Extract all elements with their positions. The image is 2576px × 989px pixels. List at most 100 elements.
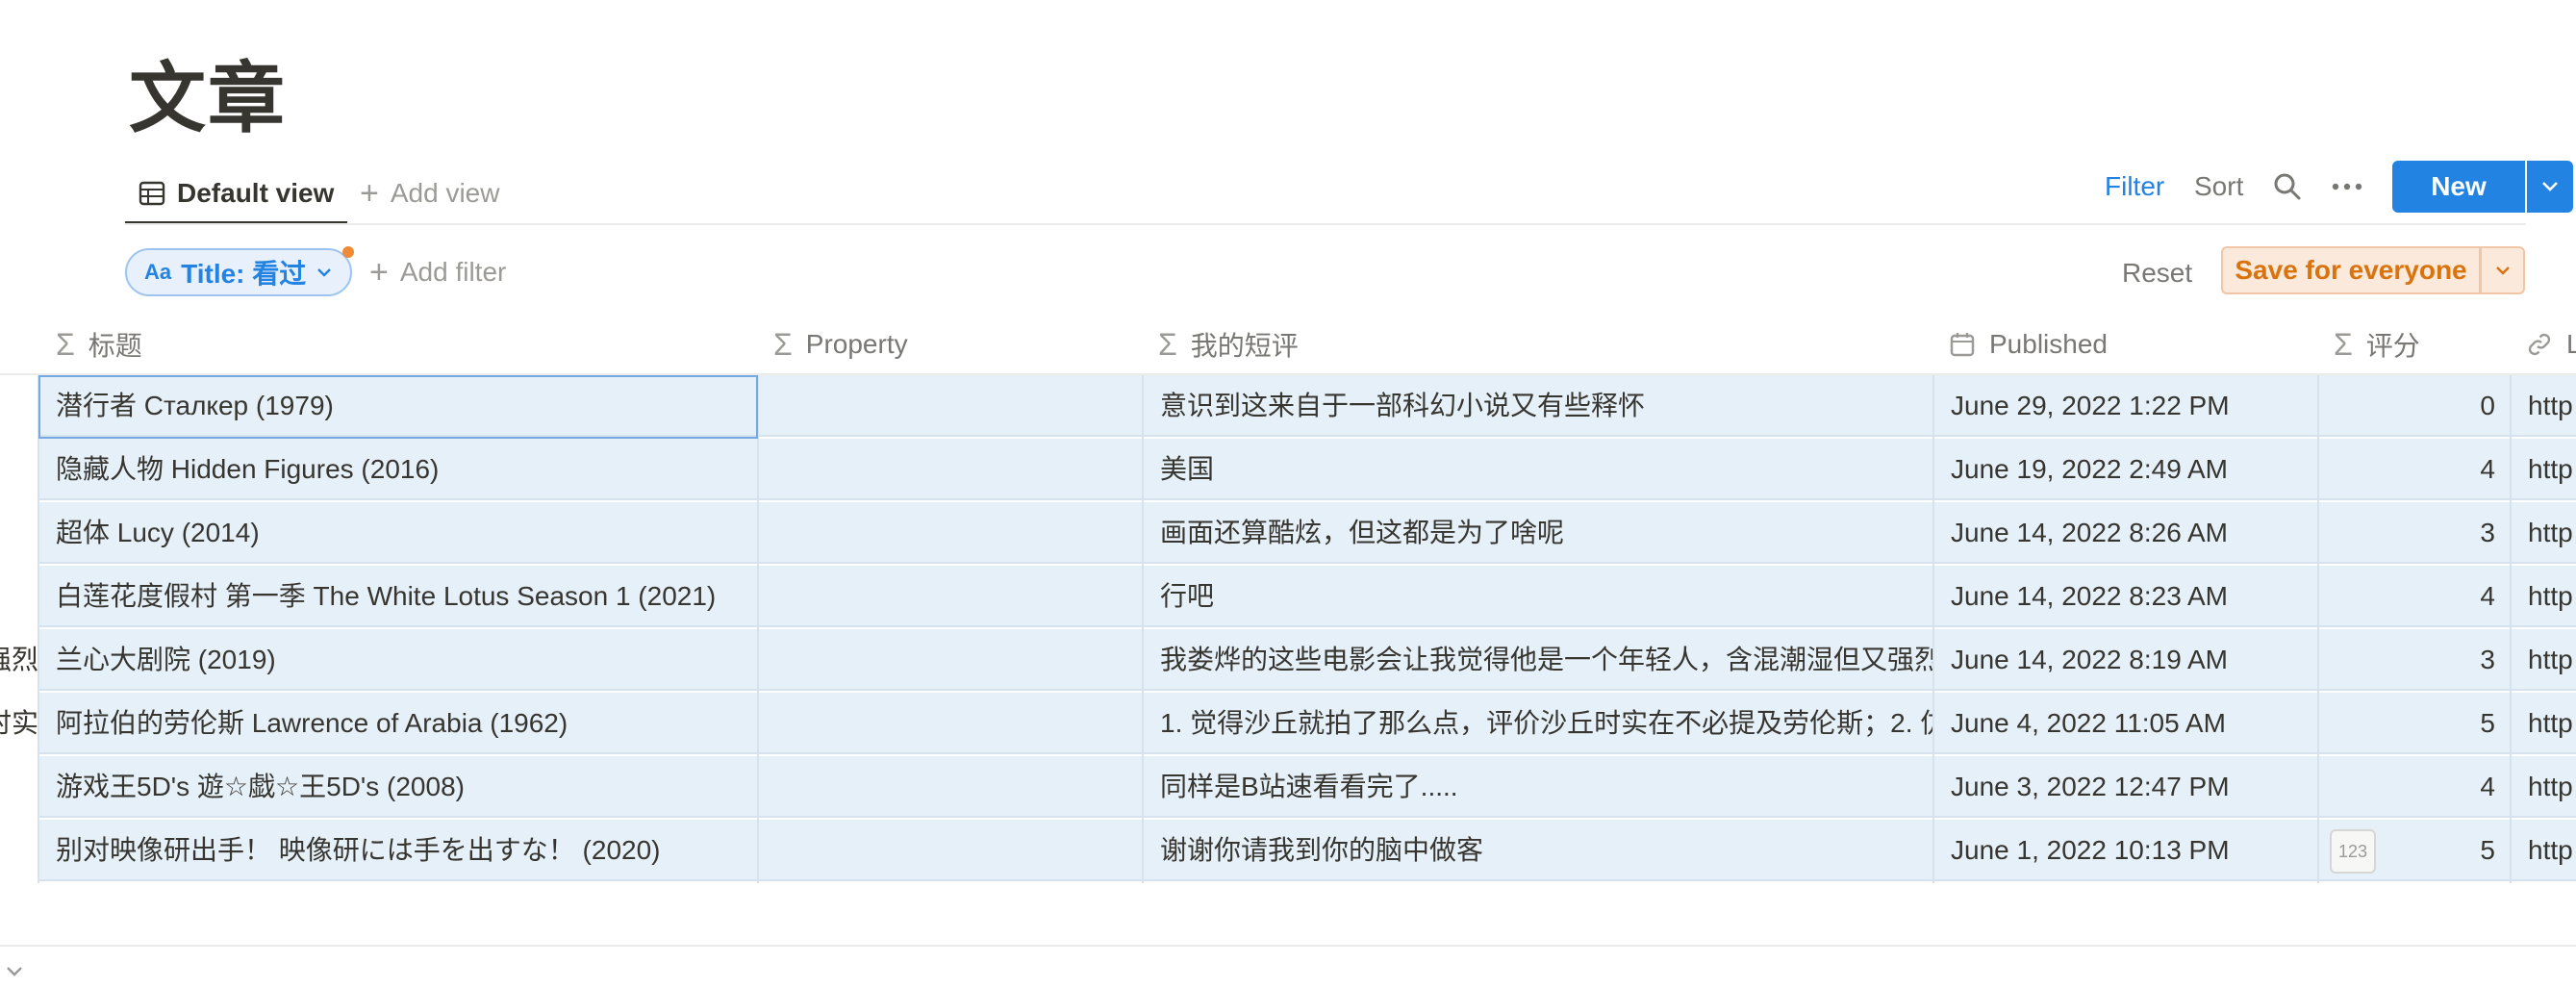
cell-title[interactable]: 隐藏人物 Hidden Figures (2016) <box>38 439 758 500</box>
new-button[interactable]: New <box>2392 161 2525 213</box>
cell-published[interactable]: June 4, 2022 11:05 AM <box>1933 693 2318 754</box>
overflow-text <box>0 756 38 818</box>
cell-link[interactable]: http <box>2511 375 2576 437</box>
cell-rating[interactable]: 3 <box>2318 502 2511 564</box>
cell-property[interactable] <box>758 566 1143 627</box>
cell-link[interactable]: http <box>2511 439 2576 500</box>
column-divider <box>1142 375 1144 883</box>
cell-rating[interactable]: 5 <box>2318 693 2511 754</box>
table-row[interactable]: 游戏王5D's 遊☆戯☆王5D's (2008) 同样是B站速看看完了.....… <box>0 756 2576 820</box>
column-header-rating[interactable]: Σ 评分 <box>2334 316 2420 373</box>
plus-icon: + <box>369 254 389 291</box>
text-type-icon: Aa <box>144 260 172 284</box>
cell-link[interactable]: http <box>2511 820 2576 881</box>
more-icon[interactable] <box>2328 169 2366 204</box>
cell-published[interactable]: June 3, 2022 12:47 PM <box>1933 756 2318 818</box>
cell-title[interactable]: 兰心大剧院 (2019) <box>38 629 758 691</box>
cell-review[interactable]: 行吧 <box>1143 566 1933 627</box>
table-row[interactable]: 强烈 兰心大剧院 (2019) 我娄烨的这些电影会让我觉得他是一个年轻人，含混潮… <box>0 629 2576 693</box>
cell-property[interactable] <box>758 629 1143 691</box>
table-row[interactable]: 超体 Lucy (2014) 画面还算酷炫，但这都是为了啥呢 June 14, … <box>0 502 2576 566</box>
link-icon <box>2528 333 2551 356</box>
cell-review[interactable]: 美国 <box>1143 439 1933 500</box>
cell-published[interactable]: June 19, 2022 2:49 AM <box>1933 439 2318 500</box>
table-row[interactable]: 白莲花度假村 第一季 The White Lotus Season 1 (202… <box>0 566 2576 629</box>
cell-published[interactable]: June 14, 2022 8:26 AM <box>1933 502 2318 564</box>
column-divider <box>2317 375 2319 883</box>
cell-rating[interactable]: 4 <box>2318 566 2511 627</box>
column-divider <box>2510 375 2512 883</box>
cell-property[interactable] <box>758 756 1143 818</box>
column-header-property[interactable]: Σ Property <box>773 316 908 373</box>
add-filter-button[interactable]: + Add filter <box>369 248 506 296</box>
cell-property[interactable] <box>758 820 1143 881</box>
overflow-text <box>0 502 38 564</box>
overflow-text <box>0 566 38 627</box>
cell-title[interactable]: 别对映像研出手！ 映像研には手を出すな！ (2020) <box>38 820 758 881</box>
cell-rating[interactable]: 3 <box>2318 629 2511 691</box>
chevron-down-icon[interactable] <box>4 964 25 979</box>
table-row[interactable]: 时实 阿拉伯的劳伦斯 Lawrence of Arabia (1962) 1. … <box>0 693 2576 756</box>
cell-property[interactable] <box>758 439 1143 500</box>
cell-published[interactable]: June 1, 2022 10:13 PM <box>1933 820 2318 881</box>
cell-link[interactable]: http <box>2511 693 2576 754</box>
formula-icon: Σ <box>1158 326 1177 362</box>
column-header-published[interactable]: Published <box>1949 316 2108 373</box>
cell-property[interactable] <box>758 693 1143 754</box>
search-icon[interactable] <box>2272 169 2303 204</box>
cell-title[interactable]: 阿拉伯的劳伦斯 Lawrence of Arabia (1962) <box>38 693 758 754</box>
unsaved-indicator-dot <box>342 246 355 258</box>
column-divider <box>757 375 759 883</box>
cell-title[interactable]: 潜行者 Сталкер (1979) <box>38 375 758 437</box>
cell-link[interactable]: http <box>2511 756 2576 818</box>
cell-link[interactable]: http <box>2511 502 2576 564</box>
cell-published[interactable]: June 29, 2022 1:22 PM <box>1933 375 2318 437</box>
chevron-down-icon <box>2542 182 2558 191</box>
column-header-review[interactable]: Σ 我的短评 <box>1158 316 1299 373</box>
column-header-label: 评分 <box>2365 331 2420 361</box>
column-header-link[interactable]: L <box>2526 316 2576 373</box>
number-format-badge[interactable]: 123 <box>2330 829 2376 874</box>
cell-review[interactable]: 意识到这来自于一部科幻小说又有些释怀 <box>1143 375 1933 437</box>
new-dropdown-button[interactable] <box>2527 161 2573 213</box>
add-view-label: Add view <box>390 178 500 208</box>
add-view-button[interactable]: + Add view <box>360 164 499 223</box>
cell-title[interactable]: 超体 Lucy (2014) <box>38 502 758 564</box>
cell-link[interactable]: http <box>2511 566 2576 627</box>
formula-icon: Σ <box>773 326 793 362</box>
cell-review[interactable]: 1. 觉得沙丘就拍了那么点，评价沙丘时实在不必提及劳伦斯；2. 仿 <box>1143 693 1933 754</box>
cell-rating[interactable]: 0 <box>2318 375 2511 437</box>
overflow-text <box>0 375 38 437</box>
sort-button[interactable]: Sort <box>2194 169 2243 204</box>
cell-link[interactable]: http <box>2511 629 2576 691</box>
title-filter-chip[interactable]: Aa Title: 看过 <box>125 246 355 296</box>
column-divider <box>38 375 39 883</box>
cell-review[interactable]: 我娄烨的这些电影会让我觉得他是一个年轻人，含混潮湿但又强烈 <box>1143 629 1933 691</box>
tab-default-view-label: Default view <box>177 178 335 208</box>
page-title: 文章 <box>129 54 287 143</box>
save-for-everyone-button[interactable]: Save for everyone <box>2221 246 2481 294</box>
cell-published[interactable]: June 14, 2022 8:19 AM <box>1933 629 2318 691</box>
chevron-down-icon <box>317 268 332 277</box>
cell-title[interactable]: 游戏王5D's 遊☆戯☆王5D's (2008) <box>38 756 758 818</box>
tab-default-view[interactable]: Default view <box>125 164 348 225</box>
table-icon <box>139 181 165 206</box>
table-row[interactable]: 隐藏人物 Hidden Figures (2016) 美国 June 19, 2… <box>0 439 2576 502</box>
cell-property[interactable] <box>758 375 1143 437</box>
table-row[interactable]: 别对映像研出手！ 映像研には手を出すな！ (2020) 谢谢你请我到你的脑中做客… <box>0 820 2576 883</box>
reset-button[interactable]: Reset <box>2122 256 2192 291</box>
cell-rating[interactable]: 4 <box>2318 439 2511 500</box>
cell-review[interactable]: 画面还算酷炫，但这都是为了啥呢 <box>1143 502 1933 564</box>
column-header-label: L <box>2566 329 2576 359</box>
cell-property[interactable] <box>758 502 1143 564</box>
cell-rating[interactable]: 4 <box>2318 756 2511 818</box>
save-dropdown-button[interactable] <box>2481 246 2525 294</box>
cell-published[interactable]: June 14, 2022 8:23 AM <box>1933 566 2318 627</box>
cell-title[interactable]: 白莲花度假村 第一季 The White Lotus Season 1 (202… <box>38 566 758 627</box>
filter-button[interactable]: Filter <box>2105 169 2164 204</box>
add-filter-label: Add filter <box>399 257 507 287</box>
table-row[interactable]: 潜行者 Сталкер (1979) 意识到这来自于一部科幻小说又有些释怀 Ju… <box>0 375 2576 439</box>
cell-review[interactable]: 同样是B站速看看完了..... <box>1143 756 1933 818</box>
cell-review[interactable]: 谢谢你请我到你的脑中做客 <box>1143 820 1933 881</box>
column-header-title[interactable]: Σ 标题 <box>56 316 142 373</box>
